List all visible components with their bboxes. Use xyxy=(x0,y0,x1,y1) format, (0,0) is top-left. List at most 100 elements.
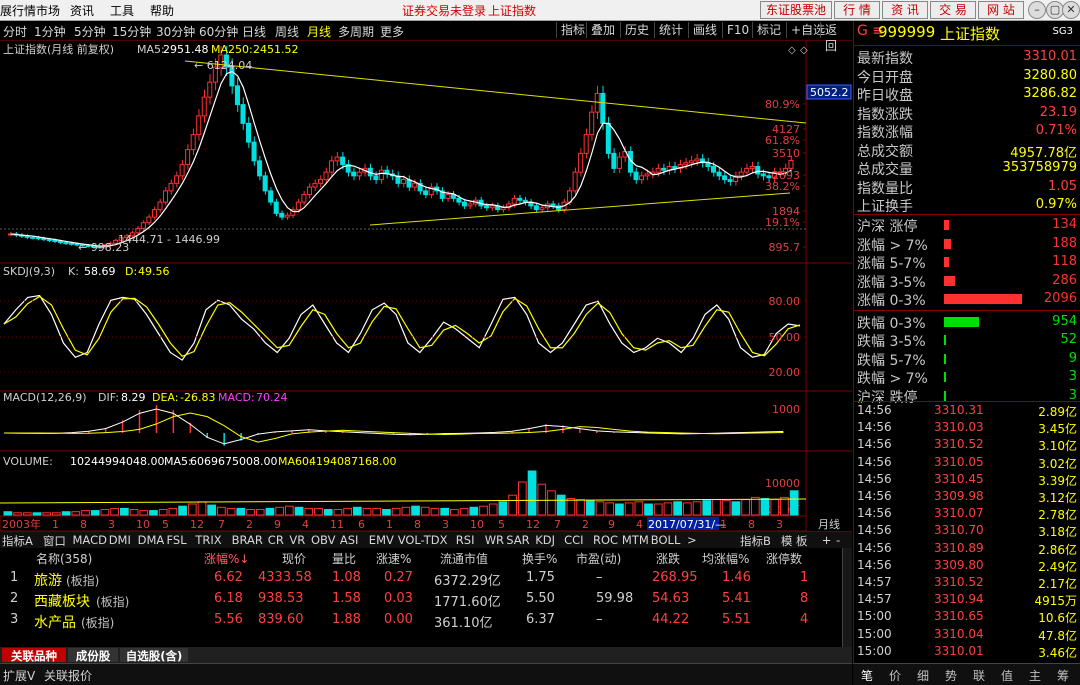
menu-tools[interactable]: 工具 xyxy=(110,2,134,19)
back-button[interactable]: 返回 xyxy=(820,22,852,53)
quote-button[interactable]: 行 情 xyxy=(834,1,880,19)
indicator-tab[interactable]: CR xyxy=(268,533,284,547)
table-header[interactable]: 名称(358) xyxy=(36,550,92,567)
detail-tab[interactable]: 主 xyxy=(1029,667,1041,684)
menu-market[interactable]: 展行情市场 xyxy=(0,2,60,19)
indicator-button[interactable]: 指标 xyxy=(556,22,589,38)
table-row[interactable]: 1 旅游 (板指) 6.62 4333.58 1.08 0.27 6372.29亿 1.75 – 2… xyxy=(0,570,840,590)
more-button[interactable]: 更多 xyxy=(380,23,404,40)
close-icon[interactable]: ✕ xyxy=(1062,1,1080,19)
table-header[interactable]: 均涨幅% xyxy=(702,550,749,567)
table-cell-diff: 54.63 xyxy=(652,591,690,606)
indicator-tab[interactable]: DMI xyxy=(109,533,131,547)
menu-help[interactable]: 帮助 xyxy=(150,2,174,19)
candle-body xyxy=(511,197,517,205)
indicator-tab[interactable]: > xyxy=(687,533,697,547)
indicator-tab[interactable]: CCI xyxy=(564,533,583,547)
table-header[interactable]: 涨跌 xyxy=(656,550,680,567)
menu-news[interactable]: 资讯 xyxy=(70,2,94,19)
breadth-bar xyxy=(944,335,946,345)
candle-body xyxy=(661,167,667,171)
indicator-tab[interactable]: TRIX xyxy=(195,533,221,547)
indicator-tab[interactable]: MTM xyxy=(622,533,649,547)
f10-button[interactable]: F10 xyxy=(722,22,753,38)
period-tab[interactable]: 分时 xyxy=(3,23,27,40)
price-chart[interactable]: 上证指数(月线 前复权) MA5:2951.48 MA250: 2451.52← 61… xyxy=(0,41,852,531)
indicator-tab[interactable]: FSL xyxy=(167,533,187,547)
indicator-tab[interactable]: SAR xyxy=(506,533,529,547)
detail-tab[interactable]: 势 xyxy=(945,667,957,684)
tick-volume: 2.86亿 xyxy=(1038,542,1077,557)
tab-watchlist[interactable]: 自选股(含) xyxy=(120,648,188,663)
detail-tab[interactable]: 值 xyxy=(1001,667,1013,684)
stock-pool-button[interactable]: 东证股票池 xyxy=(760,1,832,19)
table-row[interactable]: 2 西藏板块 (板指) 6.18 938.53 1.58 0.03 1771.60亿 5.50 5… xyxy=(0,591,840,611)
news-button[interactable]: 资 讯 xyxy=(882,1,928,19)
expand-button[interactable]: 扩展V xyxy=(3,667,35,684)
tick-price: 3309.80 xyxy=(934,557,984,572)
diamond-icon: ◇ xyxy=(788,45,796,56)
overlay-button[interactable]: 叠加 xyxy=(586,22,619,38)
detail-tab[interactable]: 价 xyxy=(889,667,901,684)
kdj-d-label: D: xyxy=(125,265,137,278)
indicator-tab[interactable]: BOLL xyxy=(651,533,681,547)
indicator-tab[interactable]: OBV xyxy=(311,533,335,547)
indicator-tab[interactable]: 模 板 xyxy=(781,533,808,549)
divider xyxy=(854,310,1080,311)
volume-bar xyxy=(110,507,119,516)
table-header[interactable]: 流通市值 xyxy=(440,550,488,567)
website-button[interactable]: 网 站 xyxy=(978,1,1024,19)
period-tab[interactable]: 日线 xyxy=(242,23,266,40)
table-header[interactable]: 市盈(动) xyxy=(576,550,621,567)
indicator-tab[interactable]: MACD xyxy=(73,533,107,547)
table-header[interactable]: 涨速% xyxy=(376,550,411,567)
table-cell-vr: 1.08 xyxy=(332,570,361,585)
history-button[interactable]: 历史 xyxy=(620,22,653,38)
indicator-tab[interactable]: WR xyxy=(485,533,504,547)
detail-tab[interactable]: 联 xyxy=(973,667,985,684)
detail-tab[interactable]: 笔 xyxy=(861,667,873,684)
indicator-tab[interactable]: VR xyxy=(289,533,305,547)
table-row[interactable]: 3 水产品 (板指) 5.56 839.60 1.88 0.00 361.10亿 6.37–44… xyxy=(0,612,840,632)
table-header[interactable]: 涨停数 xyxy=(766,550,802,567)
indicator-tab[interactable]: 指标A xyxy=(2,533,33,549)
table-header[interactable]: 现价 xyxy=(282,550,306,567)
tab-components[interactable]: 成份股 xyxy=(68,648,118,663)
period-tab[interactable]: 周线 xyxy=(275,23,299,40)
period-tab[interactable]: 1分钟 xyxy=(34,23,66,40)
indicator-tab[interactable]: BRAR xyxy=(232,533,263,547)
mark-button[interactable]: 标记 xyxy=(752,22,785,38)
volume-bar xyxy=(420,506,430,516)
indicator-tab[interactable]: 指标B xyxy=(740,533,771,549)
indicator-tab[interactable]: RSI xyxy=(456,533,475,547)
indicator-tab[interactable]: + xyxy=(822,533,832,547)
indicator-tab[interactable]: KDJ xyxy=(535,533,555,547)
indicator-tab[interactable]: - xyxy=(836,533,840,547)
indicator-tab[interactable]: ROC xyxy=(593,533,618,547)
indicator-tab[interactable]: EMV xyxy=(369,533,394,547)
detail-tab[interactable]: 筹 xyxy=(1057,667,1069,684)
table-header[interactable]: 量比 xyxy=(332,550,356,567)
stats-button[interactable]: 统计 xyxy=(654,22,687,38)
table-header[interactable]: 换手% xyxy=(522,550,557,567)
indicator-tab[interactable]: ASI xyxy=(340,533,359,547)
tab-related[interactable]: 关联品种 xyxy=(2,648,66,663)
period-tab[interactable]: 30分钟 xyxy=(156,23,195,40)
period-tab[interactable]: 60分钟 xyxy=(199,23,238,40)
table-header[interactable]: 涨幅%↓ xyxy=(204,550,249,567)
period-tab[interactable]: 多周期 xyxy=(338,23,374,40)
period-tab[interactable]: 15分钟 xyxy=(112,23,151,40)
draw-button[interactable]: 画线 xyxy=(688,22,721,38)
table-scrollbar[interactable] xyxy=(842,548,852,647)
minimize-icon[interactable]: – xyxy=(1028,1,1046,19)
indicator-tab[interactable]: VOL-TDX xyxy=(398,533,448,547)
related-quote-button[interactable]: 关联报价 xyxy=(44,667,92,684)
indicator-tab[interactable]: 窗口 xyxy=(43,533,66,549)
trade-button[interactable]: 交 易 xyxy=(930,1,976,19)
volume-bar xyxy=(158,509,168,516)
detail-tab[interactable]: 细 xyxy=(917,667,929,684)
period-tab[interactable]: 5分钟 xyxy=(74,23,106,40)
period-tab-active[interactable]: 月线 xyxy=(307,23,331,40)
tick-price: 3310.07 xyxy=(934,506,984,521)
indicator-tab[interactable]: DMA xyxy=(138,533,165,547)
